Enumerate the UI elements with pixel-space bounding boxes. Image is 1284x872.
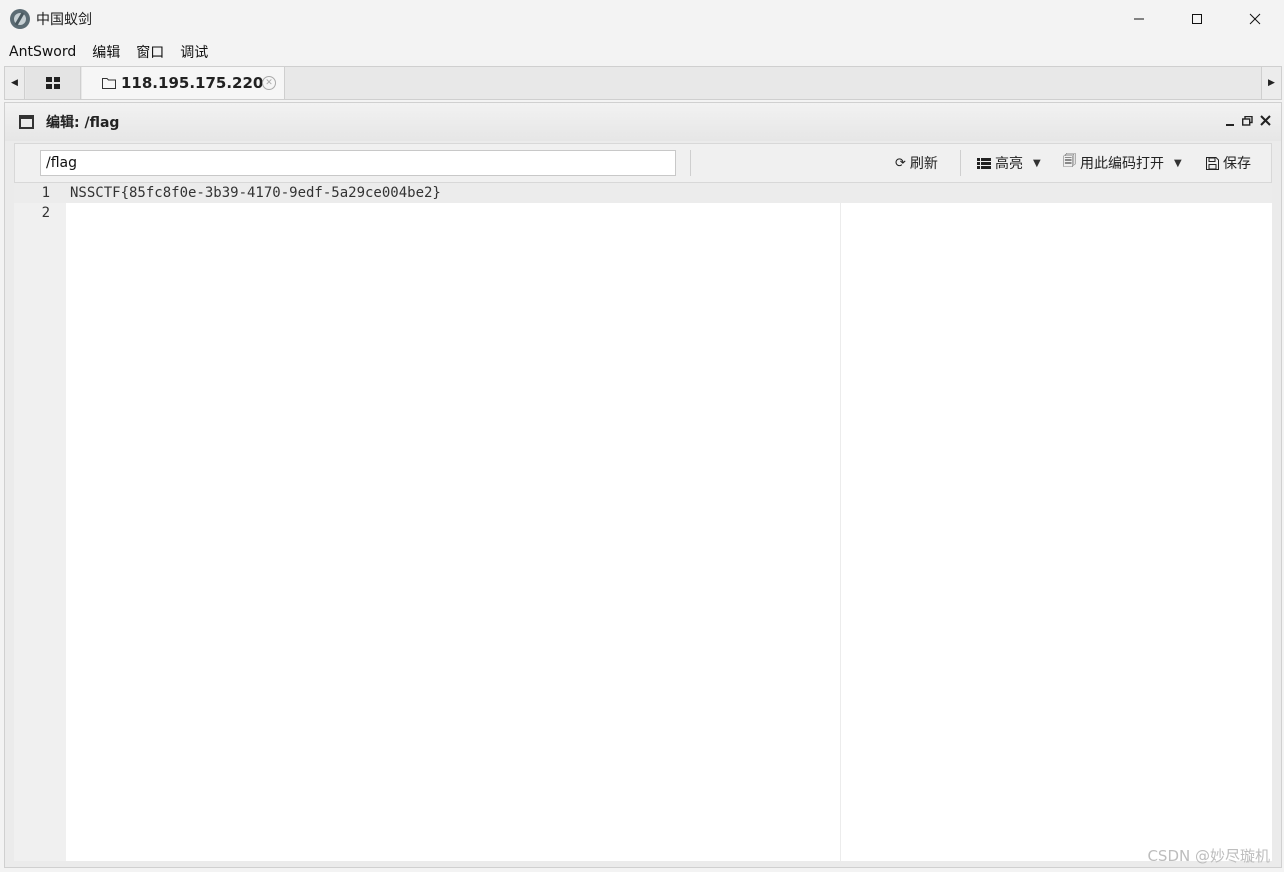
editor-panel: 编辑: /flag ⟳ 刷新 高亮 ▼ 🗐 <box>4 102 1282 868</box>
toolbar-divider <box>960 150 961 176</box>
tab-scroll-left-button[interactable]: ◀ <box>5 67 25 99</box>
chevron-down-icon: ▼ <box>1174 157 1182 169</box>
editor-toolbar: ⟳ 刷新 高亮 ▼ 🗐 用此编码打开 ▼ 保存 <box>14 143 1272 183</box>
maximize-button[interactable] <box>1168 0 1226 38</box>
panel-restore-icon[interactable] <box>1242 115 1253 126</box>
highlight-dropdown[interactable]: 高亮 ▼ <box>977 144 1041 182</box>
menu-debug[interactable]: 调试 <box>180 42 208 62</box>
code-editor[interactable]: 1 NSSCTF{85fc8f0e-3b39-4170-9edf-5a29ce0… <box>14 183 1272 861</box>
window-controls <box>1110 0 1284 38</box>
save-label: 保存 <box>1223 156 1251 172</box>
close-icon <box>1249 13 1261 25</box>
menu-edit[interactable]: 编辑 <box>92 42 120 62</box>
save-button[interactable]: 保存 <box>1206 144 1251 182</box>
watermark: CSDN @妙尽璇机 <box>1147 847 1270 865</box>
panel-minimize-icon[interactable] <box>1225 116 1235 126</box>
menu-antsword[interactable]: AntSword <box>9 44 76 60</box>
tab-label: 118.195.175.220 <box>121 74 264 92</box>
antsword-logo-icon <box>10 9 30 29</box>
grid-icon <box>46 77 60 89</box>
save-icon <box>1206 156 1219 170</box>
close-window-button[interactable] <box>1226 0 1284 38</box>
list-icon <box>977 157 991 169</box>
file-path-input[interactable] <box>40 150 676 176</box>
menu-window[interactable]: 窗口 <box>136 42 164 62</box>
line-number: 2 <box>41 205 50 221</box>
refresh-label: 刷新 <box>909 156 938 172</box>
menu-bar: AntSword 编辑 窗口 调试 <box>0 38 1284 66</box>
tab-home[interactable] <box>26 67 81 99</box>
panel-title: 编辑: /flag <box>46 115 120 131</box>
line-number-gutter <box>14 183 66 861</box>
minimize-button[interactable] <box>1110 0 1168 38</box>
print-margin <box>840 203 841 861</box>
title-bar: 中国蚁剑 <box>0 0 1284 38</box>
window-icon <box>19 115 34 129</box>
line-number: 1 <box>41 185 50 201</box>
tab-close-icon[interactable]: ✕ <box>262 76 276 90</box>
refresh-button[interactable]: ⟳ 刷新 <box>895 144 938 182</box>
toolbar-divider <box>690 150 691 176</box>
minimize-icon <box>1134 18 1144 20</box>
folder-icon <box>102 78 116 89</box>
encoding-icon: 🗐 <box>1063 154 1076 169</box>
panel-controls <box>1225 115 1271 126</box>
window-title: 中国蚁剑 <box>36 12 92 28</box>
code-line[interactable]: NSSCTF{85fc8f0e-3b39-4170-9edf-5a29ce004… <box>70 183 441 203</box>
tab-scroll-right-button[interactable]: ▶ <box>1261 67 1281 99</box>
encoding-open-dropdown[interactable]: 🗐 用此编码打开 ▼ <box>1063 144 1182 182</box>
panel-close-icon[interactable] <box>1260 115 1271 126</box>
panel-header: 编辑: /flag <box>5 103 1281 141</box>
chevron-down-icon: ▼ <box>1033 157 1041 169</box>
encoding-label: 用此编码打开 <box>1080 156 1164 172</box>
highlight-label: 高亮 <box>995 156 1023 172</box>
maximize-icon <box>1192 14 1202 24</box>
refresh-icon: ⟳ <box>895 155 906 171</box>
tab-shell-session[interactable]: 118.195.175.220 ✕ <box>82 67 285 99</box>
tab-strip: ◀ 118.195.175.220 ✕ ▶ <box>4 66 1282 100</box>
